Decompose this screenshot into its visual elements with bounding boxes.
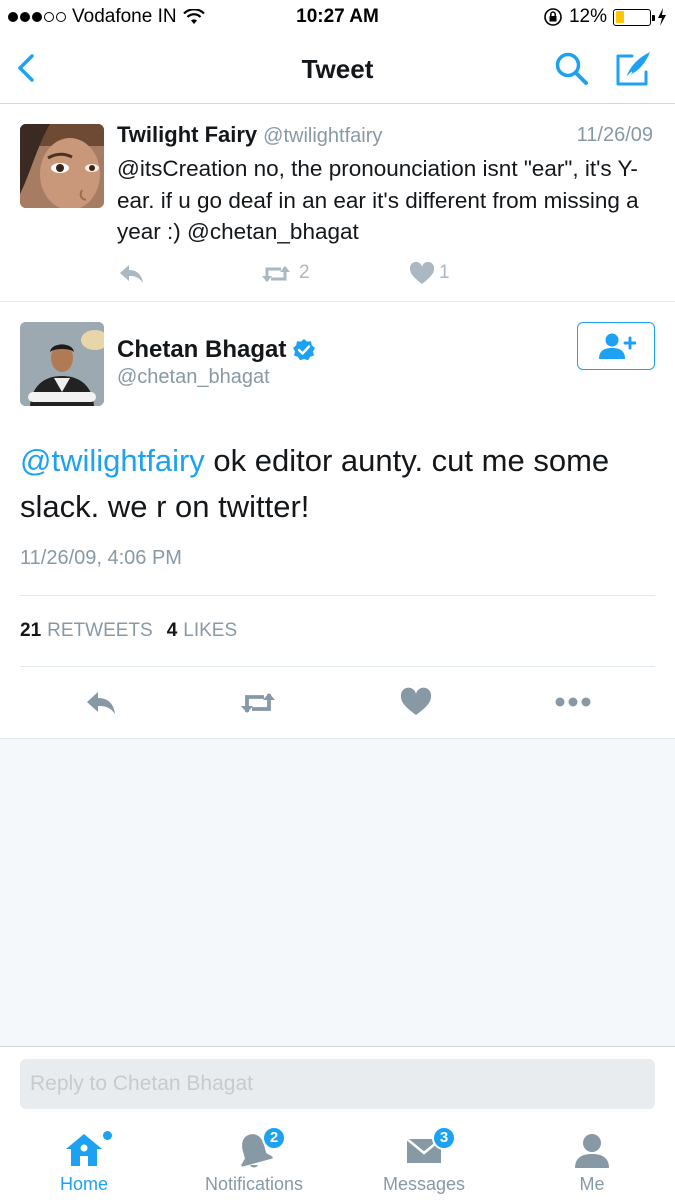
author-handle: @twilightfairy [263,125,383,147]
add-person-icon [599,333,636,359]
reply-input[interactable] [20,1059,655,1109]
display-name: Chetan Bhagat [117,336,287,363]
divider [20,666,655,667]
notification-badge: 2 [262,1126,286,1150]
author-name[interactable]: Twilight Fairy @twilightfairy [117,122,382,148]
heart-icon[interactable] [400,687,432,717]
more-options-icon[interactable] [554,692,592,712]
main-tweet: Chetan Bhagat @chetan_bhagat @twilightfa… [0,302,675,738]
like-count: 1 [439,262,450,283]
tweet-timestamp: 11/26/09, 4:06 PM [20,547,182,569]
battery-percent: 12% [568,6,607,27]
likes-label: LIKES [183,620,238,641]
like-count: 4 [166,620,178,641]
tab-label: Home [59,1174,108,1194]
orientation-lock-icon [544,8,562,26]
reply-bar [0,1046,675,1122]
tweet-actions [0,684,675,724]
tab-label: Me [579,1174,605,1194]
battery-icon [613,8,655,26]
reply-icon[interactable] [117,261,147,287]
navigation-bar: Tweet [0,34,675,104]
retweets-label: RETWEETS [47,620,153,641]
retweet-count: 2 [299,262,310,283]
likes-stat[interactable]: 4 LIKES [167,620,237,642]
reply-icon[interactable] [84,688,118,718]
avatar[interactable] [20,322,104,406]
follow-button[interactable] [577,322,655,370]
empty-replies-area [0,738,675,1046]
charging-bolt-icon [658,8,666,26]
tab-bar: Home 2 Notifications 3 Messages Me [0,1122,675,1200]
retweet-count: 21 [20,620,42,641]
person-icon [575,1134,609,1168]
tweet-actions: 2 1 [117,261,517,291]
tweet-text: @itsCreation no, the pronounciation isnt… [117,156,639,244]
compose-tweet-icon[interactable] [612,48,654,88]
divider [20,595,655,596]
avatar[interactable] [20,124,104,208]
tweet-stats: 21 RETWEETS 4 LIKES [20,620,237,642]
home-icon [66,1134,102,1166]
mention-link[interactable]: @twilightfairy [20,443,205,478]
tab-notifications[interactable]: 2 Notifications [190,1122,318,1200]
tab-home[interactable]: Home [20,1122,148,1200]
tweet-date: 11/26/09 [576,124,653,146]
tab-label: Notifications [204,1174,304,1194]
tab-messages[interactable]: 3 Messages [360,1122,488,1200]
tweet-text: @twilightfairy ok editor aunty. cut me s… [20,438,660,530]
status-bar: Vodafone IN 10:27 AM 12% [0,0,675,34]
heart-icon[interactable] [409,261,435,287]
message-badge: 3 [432,1126,456,1150]
tab-me[interactable]: Me [528,1122,656,1200]
search-icon[interactable] [553,50,591,88]
tab-label: Messages [382,1174,466,1194]
parent-tweet[interactable]: Twilight Fairy @twilightfairy 11/26/09 @i… [0,104,675,302]
new-content-dot [103,1131,112,1140]
retweet-icon[interactable] [259,261,293,287]
verified-badge-icon [293,339,316,361]
retweets-stat[interactable]: 21 RETWEETS [20,620,153,642]
author-name[interactable]: Chetan Bhagat [117,336,316,364]
retweet-icon[interactable] [238,688,278,718]
display-name: Twilight Fairy [117,122,258,147]
author-handle[interactable]: @chetan_bhagat [117,366,270,389]
status-bar-right: 12% [543,6,667,28]
